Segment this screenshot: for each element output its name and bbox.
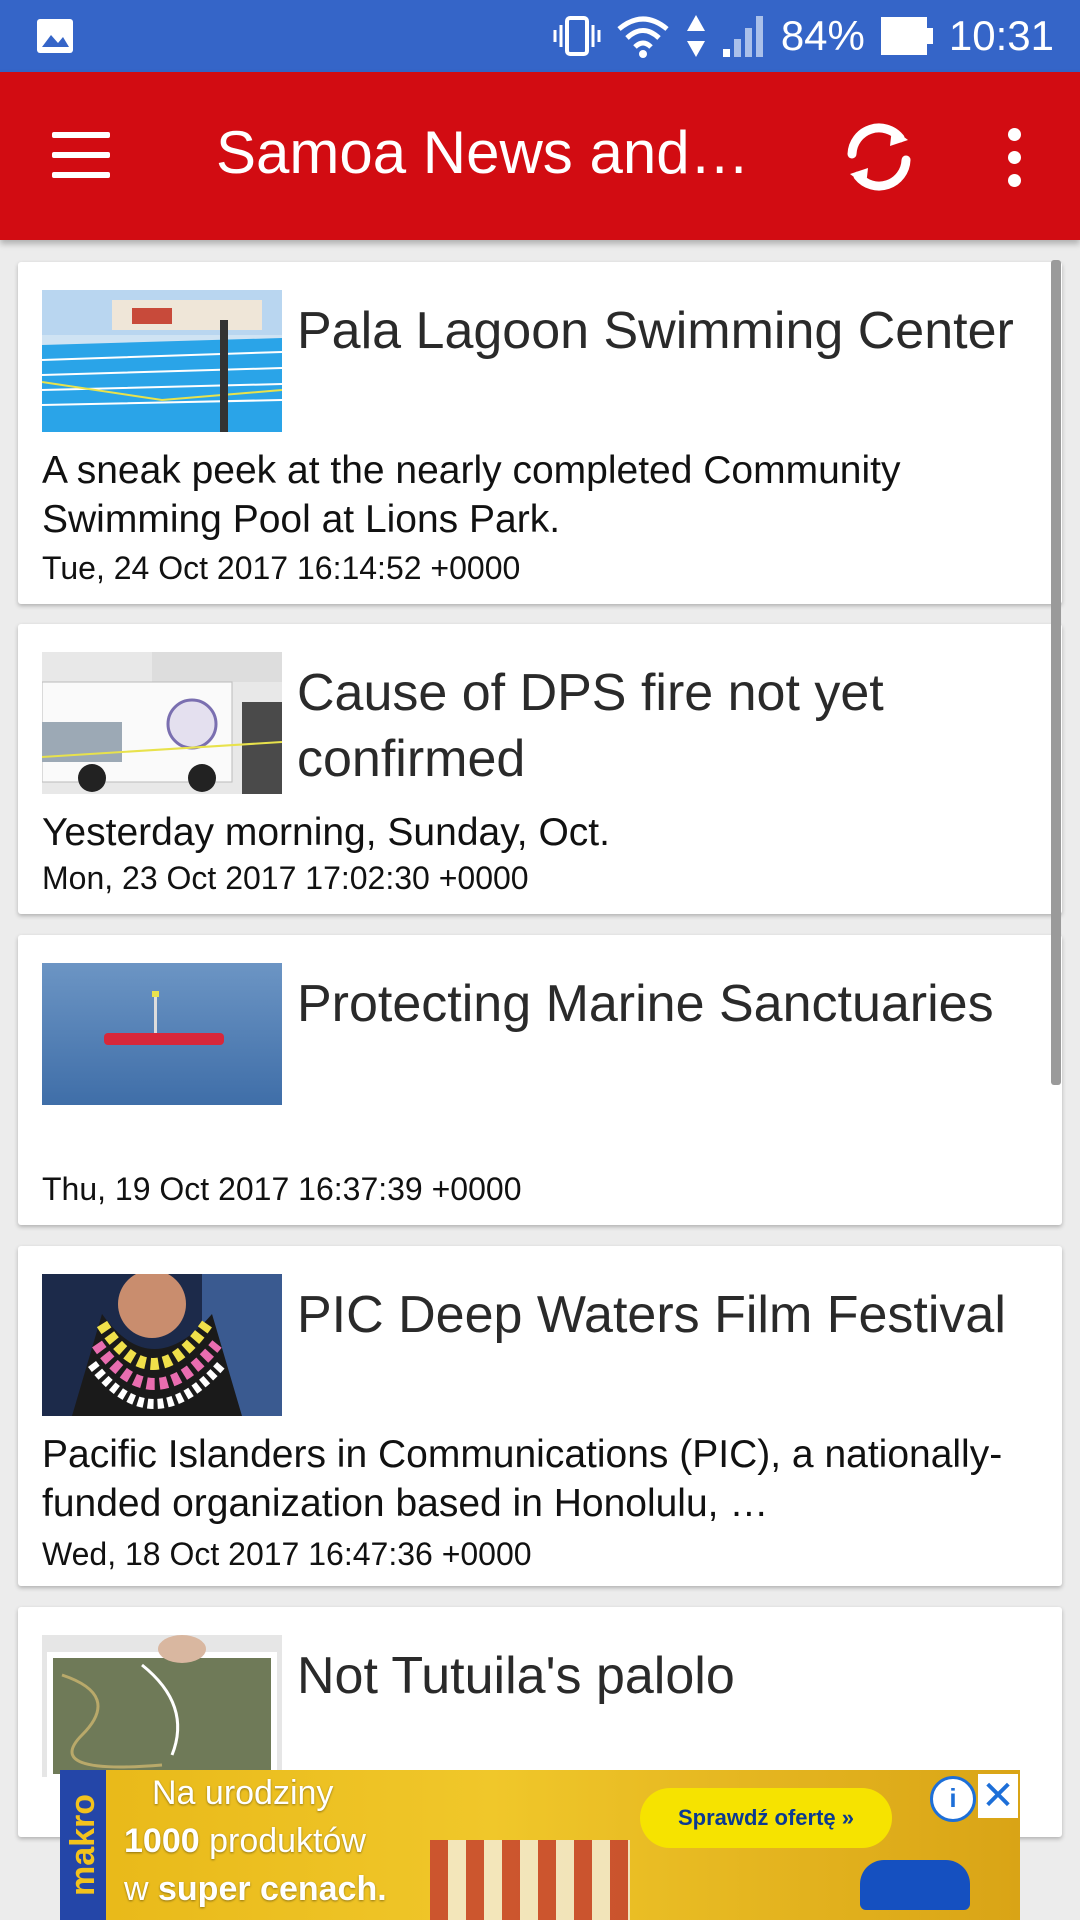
article-date: Thu, 19 Oct 2017 16:37:39 +0000 [42,1171,522,1207]
list-item[interactable]: Cause of DPS fire not yet confirmed Yest… [18,624,1062,914]
article-title: Not Tutuila's palolo [297,1647,735,1705]
ad-line-1: Na urodziny [152,1774,334,1812]
article-title: Pala Lagoon Swimming Center [297,302,1014,360]
signal-icon [722,16,763,57]
data-arrows-icon [686,15,705,57]
article-thumbnail [42,1274,282,1416]
battery-percent: 84% [780,12,865,59]
article-thumbnail [42,290,282,432]
overflow-menu-icon[interactable] [994,128,1034,188]
article-title: PIC Deep Waters Film Festival [297,1286,1006,1344]
list-item[interactable]: Protecting Marine Sanctuaries Thu, 19 Oc… [18,935,1062,1225]
ad-line-3: w super cenach. [124,1870,387,1908]
battery-icon [880,17,933,55]
ad-close-icon[interactable]: ✕ [978,1774,1018,1818]
ad-car-image [860,1860,970,1910]
scrollbar[interactable] [1051,260,1061,1085]
article-thumbnail [42,652,282,794]
app-title: Samoa News and… [216,119,750,186]
app-bar: Samoa News and… [0,72,1080,240]
article-date: Mon, 23 Oct 2017 17:02:30 +0000 [42,860,529,896]
clock: 10:31 [948,12,1054,59]
article-description: Pacific Islanders in Communications (PIC… [42,1433,1003,1525]
refresh-icon[interactable] [840,118,918,196]
banner-ad[interactable]: makro Na urodziny 1000 produktów w super… [60,1770,1020,1920]
list-item[interactable]: Pala Lagoon Swimming Center A sneak peek… [18,262,1062,604]
status-bar: 84% 10:31 [0,0,1080,72]
article-title: Protecting Marine Sanctuaries [297,975,994,1033]
ad-cta-button[interactable]: Sprawdź ofertę » [640,1788,892,1848]
menu-icon[interactable] [52,132,112,178]
vibrate-icon [553,16,601,56]
ad-line-2: 1000 produktów [124,1822,366,1860]
wifi-icon [617,16,669,58]
ad-image [430,1840,630,1920]
article-thumbnail [42,963,282,1105]
article-title: Cause of DPS fire not yet confirmed [297,664,884,788]
image-notification-icon [37,19,73,53]
article-description: Yesterday morning, Sunday, Oct. [42,811,610,854]
list-item[interactable]: PIC Deep Waters Film Festival Pacific Is… [18,1246,1062,1586]
article-date: Tue, 24 Oct 2017 16:14:52 +0000 [42,550,521,586]
article-description: A sneak peek at the nearly completed Com… [42,449,901,541]
article-thumbnail [42,1635,282,1777]
ad-info-icon[interactable]: i [930,1776,976,1822]
article-date: Wed, 18 Oct 2017 16:47:36 +0000 [42,1536,532,1572]
ad-brand-logo: makro [60,1770,106,1920]
